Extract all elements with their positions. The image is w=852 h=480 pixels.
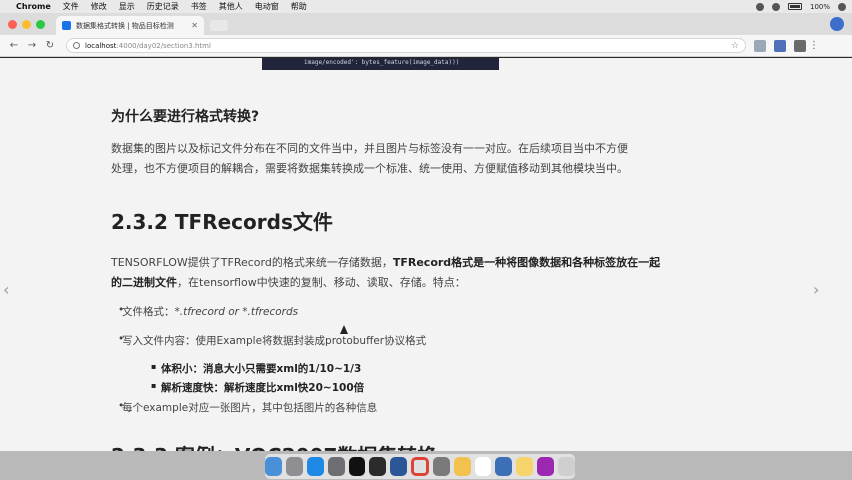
extension-icon[interactable]: [754, 39, 766, 52]
menu-item-file[interactable]: 文件: [63, 1, 79, 12]
window-controls: [8, 20, 45, 29]
menu-item-window[interactable]: 电动窗: [255, 1, 279, 12]
close-window-button[interactable]: [8, 20, 17, 29]
paragraph-bold-text: TFRecord格式是一种将图像数据和各种标签放在一起: [392, 256, 661, 269]
calendar-icon[interactable]: [474, 457, 492, 476]
code-block: image/encoded': bytes_feature(image_data…: [262, 58, 499, 70]
forward-arrow-icon[interactable]: →: [24, 38, 40, 54]
preferences-icon[interactable]: [432, 457, 450, 476]
page-favicon-icon: [62, 21, 71, 30]
menu-item-edit[interactable]: 修改: [91, 1, 107, 12]
tab-title: 数据集格式转换 | 物品目标检测: [76, 21, 174, 30]
browser-toolbar: ← → ↻ localhost :4000/day02/section3.htm…: [0, 35, 852, 57]
macos-dock: [0, 451, 852, 480]
close-tab-icon[interactable]: ✕: [191, 21, 198, 30]
terminal-icon[interactable]: [369, 457, 387, 476]
menu-app-name[interactable]: Chrome: [16, 2, 51, 11]
section-title-tfrecords: 2.3.2 TFRecords文件: [111, 210, 333, 234]
extension-icon[interactable]: [774, 39, 786, 52]
minimize-window-button[interactable]: [22, 20, 31, 29]
menu-kebab-icon[interactable]: ⋮: [806, 38, 822, 54]
dock-shelf: [264, 454, 576, 479]
paragraph-line: 处理，也不方便项目的解耦合，需要将数据集转换成一个标准、统一使用、方便赋值移动到…: [111, 162, 628, 175]
file-format-value: *.tfrecord or *.tfrecords: [174, 306, 299, 318]
word-icon[interactable]: [390, 457, 408, 476]
reload-icon[interactable]: ↻: [42, 38, 58, 54]
list-item: 写入文件内容：使用Example将数据封装成protobuffer协议格式: [118, 333, 426, 348]
profile-avatar[interactable]: [830, 17, 844, 31]
paragraph-line: 数据集的图片以及标记文件分布在不同的文件当中，并且图片与标签没有一一对应。在后续…: [111, 142, 628, 155]
trash-icon[interactable]: [558, 457, 576, 476]
url-path: :4000/day02/section3.html: [116, 41, 211, 50]
menu-item-people[interactable]: 其他人: [219, 1, 243, 12]
sub-list-item: 解析速度快：解析速度比xml快20~100倍: [151, 380, 364, 395]
zoom-window-button[interactable]: [36, 20, 45, 29]
paragraph-text: ，在tensorflow中快速的复制、移动、读取、存储。特点：: [177, 276, 466, 289]
paragraph-bold-text: 的二进制文件: [111, 276, 177, 289]
paragraph-line: TENSORFLOW提供了TFRecord的格式来统一存储数据，TFRecord…: [111, 254, 660, 270]
chrome-icon[interactable]: [411, 457, 429, 476]
section-title-next: 2.3.3 案例：VOC2007数据集转换: [111, 440, 437, 451]
launchpad-icon[interactable]: [285, 457, 303, 476]
battery-percent: 100%: [809, 2, 830, 11]
photos-icon[interactable]: [453, 457, 471, 476]
sub-list-item: 体积小：消息大小只需要xml的1/10~1/3: [151, 361, 361, 376]
rocket-icon[interactable]: [327, 457, 345, 476]
menubar-status-area: 100%: [755, 2, 846, 11]
address-bar[interactable]: localhost :4000/day02/section3.html ☆: [66, 38, 746, 53]
notes-icon[interactable]: [516, 457, 534, 476]
safari-icon[interactable]: [306, 457, 324, 476]
search-icon[interactable]: [838, 2, 846, 11]
macos-menubar: Chrome 文件 修改 显示 历史记录 书签 其他人 电动窗 帮助 100%: [0, 0, 852, 13]
app-icon[interactable]: [495, 457, 513, 476]
pycharm-icon[interactable]: [348, 457, 366, 476]
list-item: 每个example对应一张图片，其中包括图片的各种信息: [118, 400, 377, 415]
extension-icon[interactable]: [794, 39, 806, 52]
heading-why-convert: 为什么要进行格式转换?: [111, 109, 260, 125]
page-viewport[interactable]: image/encoded': bytes_feature(image_data…: [0, 58, 852, 451]
site-info-icon[interactable]: [73, 42, 80, 49]
prev-page-arrow-icon[interactable]: ‹: [3, 280, 9, 299]
list-item: 文件格式：*.tfrecord or *.tfrecords: [118, 304, 299, 319]
menu-item-view[interactable]: 显示: [119, 1, 135, 12]
back-arrow-icon[interactable]: ←: [6, 38, 22, 54]
mouse-cursor-icon: [340, 325, 348, 334]
app-icon[interactable]: [537, 457, 555, 476]
finder-icon[interactable]: [264, 457, 282, 476]
menu-item-help[interactable]: 帮助: [291, 1, 307, 12]
paragraph-line: 的二进制文件，在tensorflow中快速的复制、移动、读取、存储。特点：: [111, 274, 466, 290]
paragraph-text: TENSORFLOW提供了TFRecord的格式来统一存储数据，: [111, 256, 393, 269]
battery-icon[interactable]: [787, 3, 802, 10]
menu-item-history[interactable]: 历史记录: [147, 1, 179, 12]
bookmark-star-icon[interactable]: ☆: [731, 41, 739, 51]
status-icon[interactable]: [755, 2, 764, 11]
next-page-arrow-icon[interactable]: ›: [813, 280, 819, 299]
list-item-label: 文件格式：: [122, 306, 175, 318]
wifi-icon[interactable]: [771, 2, 780, 11]
url-host: localhost: [85, 41, 117, 50]
tab-active[interactable]: 数据集格式转换 | 物品目标检测 ✕: [56, 16, 204, 35]
menu-item-bookmarks[interactable]: 书签: [191, 1, 207, 12]
new-tab-button[interactable]: [210, 20, 228, 31]
tab-strip: 数据集格式转换 | 物品目标检测 ✕: [0, 13, 852, 35]
